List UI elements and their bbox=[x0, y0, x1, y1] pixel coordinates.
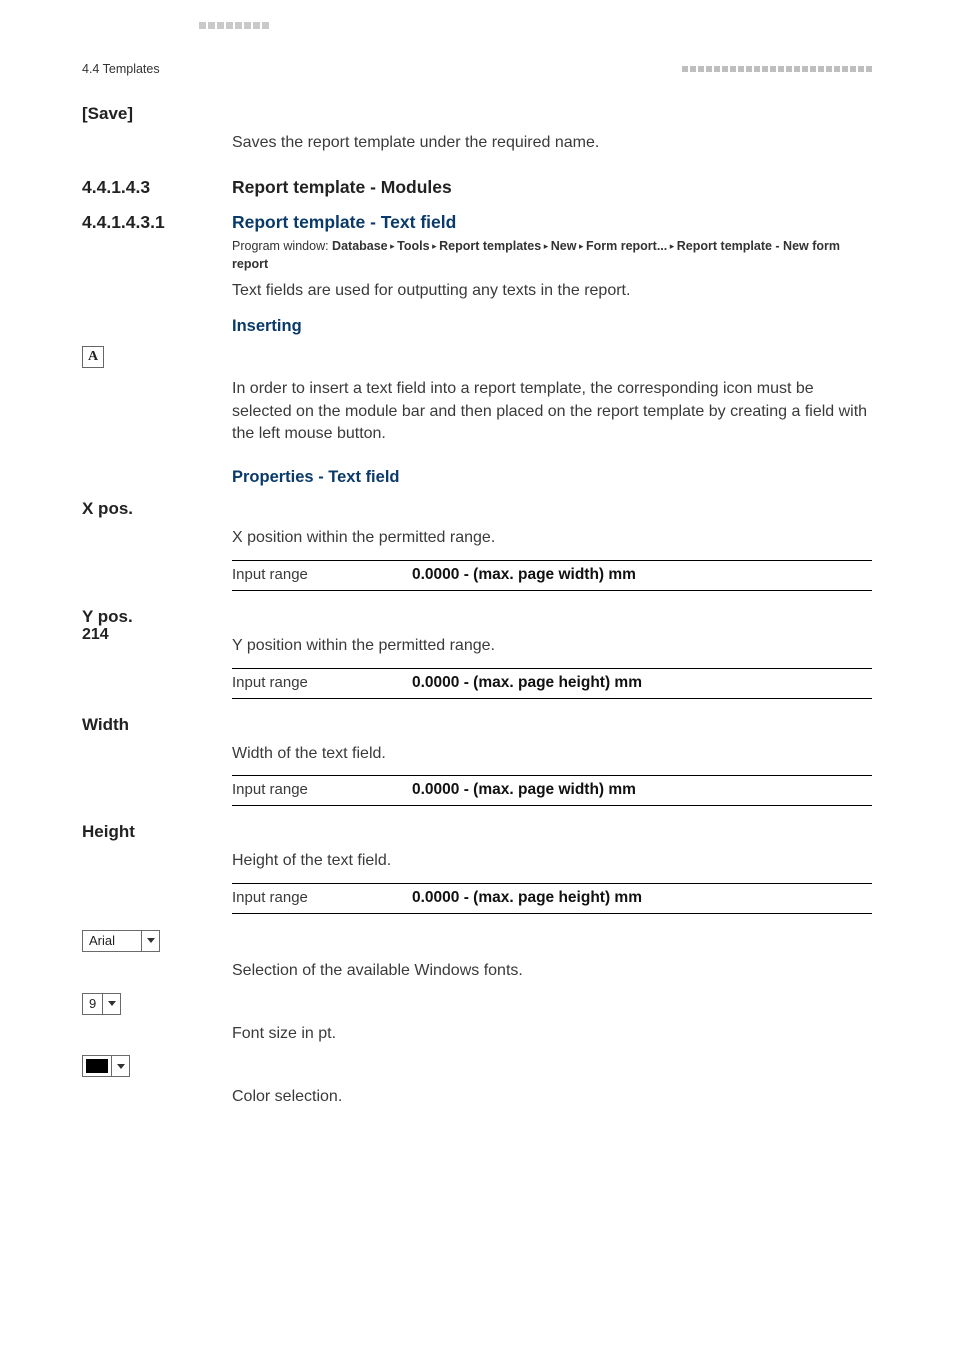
footer-decoration bbox=[117, 0, 954, 1310]
page-number: 214 bbox=[82, 626, 109, 644]
